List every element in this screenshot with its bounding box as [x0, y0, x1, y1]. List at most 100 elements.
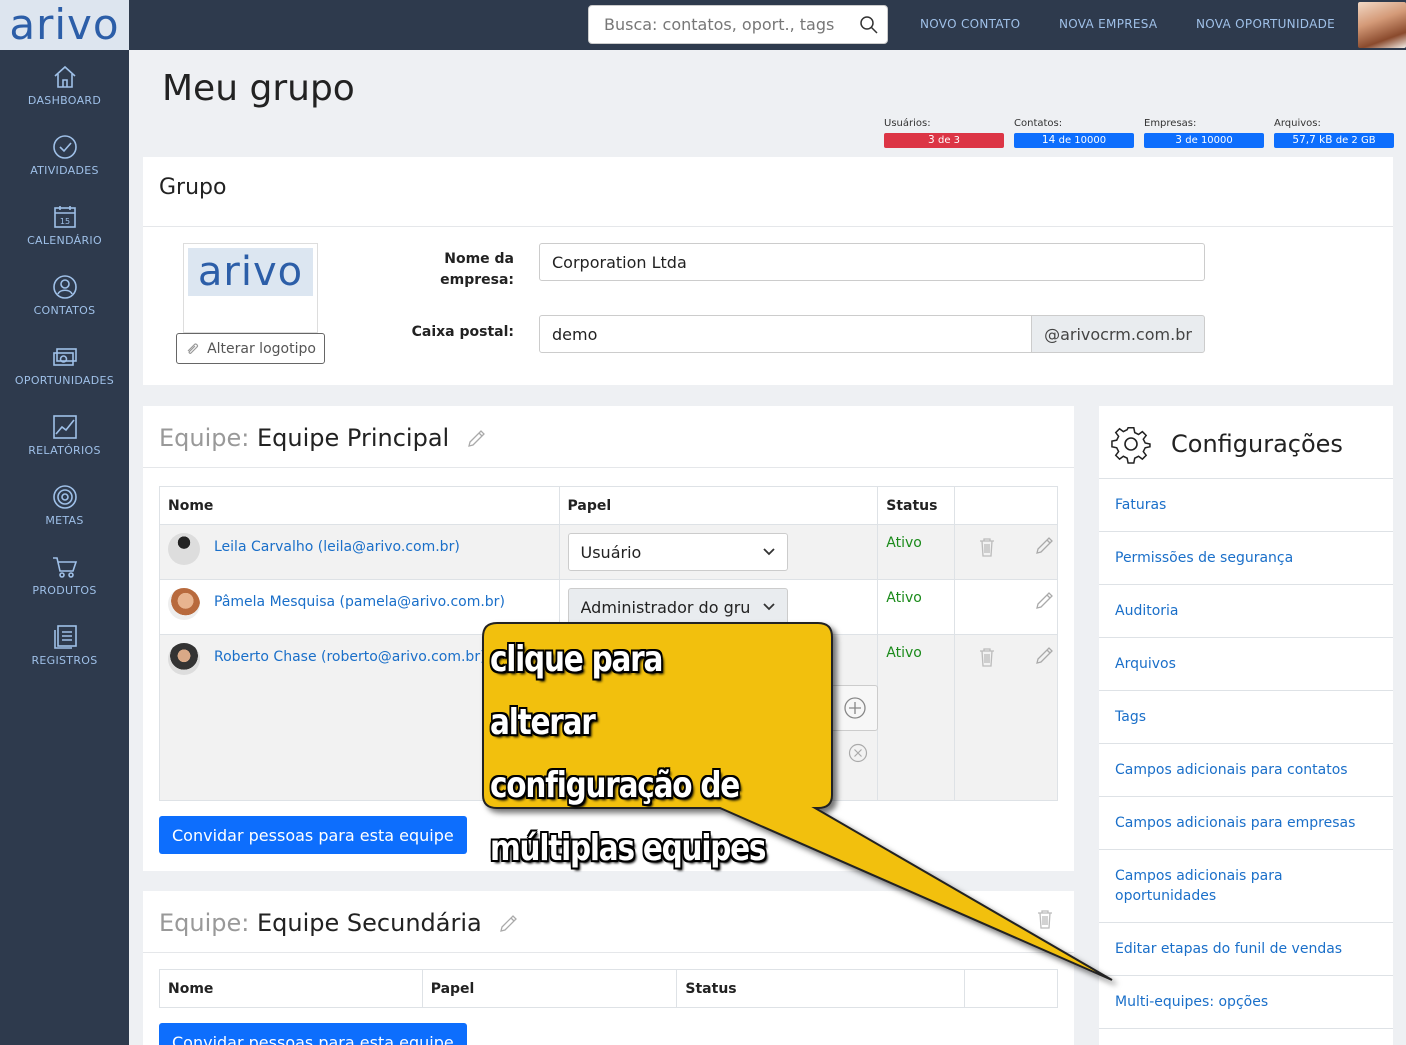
- quota-users: Usuários: 3 de 3: [884, 118, 1004, 148]
- sidebar-item-atividades[interactable]: ATIVIDADES: [0, 120, 129, 190]
- company-logo: arivo: [183, 243, 318, 333]
- settings-item-arquivos[interactable]: Arquivos: [1099, 637, 1393, 690]
- settings-item-permissoes[interactable]: Permissões de segurança: [1099, 531, 1393, 584]
- table-row: Pâmela Mesquisa (pamela@arivo.com.br) Ad…: [159, 579, 1058, 635]
- svg-text:15: 15: [59, 217, 69, 226]
- chart-icon: [52, 414, 77, 439]
- settings-title: Configurações: [1171, 430, 1343, 458]
- company-logo-text: arivo: [197, 249, 304, 295]
- group-panel: Grupo arivo Alterar logotipo Nome da emp…: [143, 157, 1393, 385]
- invite-button[interactable]: Convidar pessoas para esta equipe: [159, 816, 467, 854]
- search-box[interactable]: [588, 5, 888, 44]
- sidebar-item-calendario[interactable]: 15 CALENDÁRIO: [0, 190, 129, 260]
- status-text: Ativo: [886, 590, 922, 606]
- new-contact-link[interactable]: NOVO CONTATO: [920, 17, 1020, 31]
- paperclip-icon: [187, 342, 199, 354]
- role-select[interactable]: Usuário: [567, 533, 788, 571]
- pencil-icon[interactable]: [1033, 590, 1055, 612]
- column-header-status: Status: [877, 486, 956, 525]
- new-opportunity-link[interactable]: NOVA OPORTUNIDADE: [1196, 17, 1335, 31]
- settings-item-campos-oportunidades[interactable]: Campos adicionais para oportunidades: [1099, 849, 1393, 922]
- sidebar-item-relatorios[interactable]: RELATÓRIOS: [0, 400, 129, 470]
- sidebar: arivo DASHBOARD ATIVIDADES 15 CALENDÁRIO…: [0, 0, 129, 1045]
- change-logo-button[interactable]: Alterar logotipo: [176, 333, 325, 364]
- quota-bar: 14 de 10000: [1014, 133, 1134, 148]
- sidebar-item-label: METAS: [45, 513, 84, 527]
- search-icon[interactable]: [859, 15, 879, 35]
- settings-panel: Configurações Faturas Permissões de segu…: [1099, 406, 1393, 1045]
- quota-files: Arquivos: 57,7 kB de 2 GB: [1274, 118, 1394, 148]
- company-name-field[interactable]: [539, 243, 1205, 281]
- records-icon: [53, 624, 77, 649]
- team-heading: Equipe: Equipe Principal: [159, 424, 487, 452]
- pencil-icon[interactable]: [465, 428, 487, 450]
- quota-label: Empresas:: [1144, 118, 1197, 129]
- sidebar-item-metas[interactable]: METAS: [0, 470, 129, 540]
- user-link[interactable]: Pâmela Mesquisa (pamela@arivo.com.br): [214, 588, 505, 610]
- user-link[interactable]: Leila Carvalho (leila@arivo.com.br): [214, 533, 460, 555]
- column-header-role: Papel: [558, 486, 879, 525]
- settings-heading: Configurações: [1111, 424, 1343, 464]
- settings-item-faturas[interactable]: Faturas: [1099, 478, 1393, 531]
- chevron-down-icon: [762, 603, 775, 611]
- divider: [143, 952, 1074, 953]
- column-header-name: Nome: [159, 969, 423, 1008]
- settings-item-campos-empresas[interactable]: Campos adicionais para empresas: [1099, 796, 1393, 849]
- target-icon: [52, 484, 77, 509]
- mailbox-label: Caixa postal:: [411, 324, 514, 340]
- quota-label: Arquivos:: [1274, 118, 1321, 129]
- plus-circle-icon: [843, 697, 866, 719]
- table-row: Leila Carvalho (leila@arivo.com.br) Usuá…: [159, 524, 1058, 580]
- sidebar-item-label: CALENDÁRIO: [27, 233, 102, 247]
- mailbox-field[interactable]: [539, 315, 1032, 353]
- settings-item-campos-contatos[interactable]: Campos adicionais para contatos: [1099, 743, 1393, 796]
- settings-item-auditoria[interactable]: Auditoria: [1099, 584, 1393, 637]
- user-avatar[interactable]: [1358, 2, 1406, 48]
- close-circle-icon[interactable]: [848, 743, 868, 763]
- avatar: [168, 588, 200, 620]
- settings-item-multi-equipes[interactable]: Multi-equipes: opções: [1099, 975, 1393, 1028]
- sidebar-item-label: CONTATOS: [33, 303, 96, 317]
- settings-item-tags[interactable]: Tags: [1099, 690, 1393, 743]
- check-circle-icon: [52, 134, 77, 159]
- sidebar-item-label: DASHBOARD: [27, 93, 102, 107]
- sidebar-item-contatos[interactable]: CONTATOS: [0, 260, 129, 330]
- sidebar-item-oportunidades[interactable]: OPORTUNIDADES: [0, 330, 129, 400]
- pencil-icon[interactable]: [1033, 535, 1055, 557]
- sidebar-item-label: RELATÓRIOS: [28, 443, 101, 457]
- pencil-icon[interactable]: [497, 913, 519, 935]
- quota-bar: 57,7 kB de 2 GB: [1274, 133, 1394, 148]
- sidebar-item-label: ATIVIDADES: [30, 163, 99, 177]
- column-header-actions: [964, 969, 1058, 1008]
- new-company-link[interactable]: NOVA EMPRESA: [1059, 17, 1157, 31]
- callout-text: clique para alterar configuração de múlt…: [490, 639, 766, 869]
- money-icon: [52, 347, 77, 366]
- trash-icon[interactable]: [1037, 909, 1053, 929]
- page-title: Meu grupo: [162, 68, 355, 109]
- pencil-icon[interactable]: [1033, 645, 1055, 667]
- search-input[interactable]: [604, 15, 854, 34]
- divider: [143, 467, 1074, 468]
- add-team-box[interactable]: [827, 685, 878, 731]
- mailbox-domain: @arivocrm.com.br: [1031, 315, 1205, 353]
- sidebar-item-label: REGISTROS: [31, 653, 98, 667]
- role-select: Administrador do gru: [567, 588, 788, 626]
- group-title: Grupo: [159, 175, 227, 200]
- trash-icon[interactable]: [979, 647, 995, 667]
- team-panel-secundaria: Equipe: Equipe Secundária Nome Papel Sta…: [143, 891, 1074, 1045]
- top-bar: NOVO CONTATO NOVA EMPRESA NOVA OPORTUNID…: [129, 0, 1406, 50]
- user-link[interactable]: Roberto Chase (roberto@arivo.com.br): [214, 643, 486, 665]
- settings-item-funil[interactable]: Editar etapas do funil de vendas: [1099, 922, 1393, 975]
- trash-icon[interactable]: [979, 537, 995, 557]
- sidebar-item-label: OPORTUNIDADES: [14, 373, 115, 387]
- app-logo[interactable]: arivo: [0, 0, 129, 50]
- sidebar-item-produtos[interactable]: PRODUTOS: [0, 540, 129, 610]
- invite-button[interactable]: Convidar pessoas para esta equipe: [159, 1023, 467, 1045]
- avatar: [168, 643, 200, 675]
- sidebar-item-registros[interactable]: REGISTROS: [0, 610, 129, 680]
- sidebar-item-dashboard[interactable]: DASHBOARD: [0, 50, 129, 120]
- avatar: [168, 533, 200, 565]
- home-icon: [53, 65, 76, 88]
- team-members-table: Nome Papel Status: [159, 969, 1058, 1008]
- gear-icon: [1111, 427, 1151, 464]
